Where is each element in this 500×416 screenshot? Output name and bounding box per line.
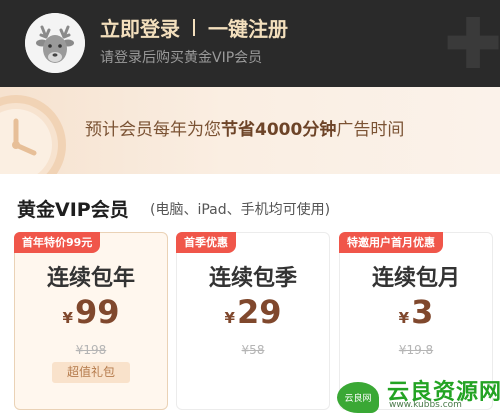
- plan-price: ¥99: [15, 293, 167, 331]
- plan-price: ¥3: [340, 293, 492, 331]
- plan-name: 连续包季: [208, 266, 297, 291]
- login-link[interactable]: 立即登录: [100, 13, 180, 42]
- clock-icon: [0, 95, 66, 174]
- savings-text: 预计会员每年为您节省4000分钟广告时间: [85, 115, 404, 140]
- deer-avatar-icon: [25, 13, 85, 73]
- avatar[interactable]: [25, 13, 85, 73]
- watermark-logo: 云良网: [337, 382, 379, 413]
- savings-highlight: 节省4000分钟: [221, 120, 337, 140]
- original-price: ¥58: [241, 343, 265, 357]
- price-value: 29: [236, 293, 282, 331]
- currency-symbol: ¥: [398, 309, 410, 327]
- register-link[interactable]: 一键注册: [208, 13, 288, 42]
- original-price: ¥19.8: [398, 343, 434, 357]
- site-watermark: 云良网 云良资源网 www.kubbs.com: [337, 380, 500, 413]
- savings-banner: 预计会员每年为您节省4000分钟广告时间: [0, 87, 500, 174]
- login-register-row: 立即登录 一键注册: [100, 12, 288, 42]
- plan-price: ¥29: [177, 293, 329, 331]
- gift-pack-badge[interactable]: 超值礼包: [52, 362, 130, 383]
- plan-card-yearly[interactable]: 首年特价99元 连续包年 ¥99 ¥198 超值礼包: [14, 232, 168, 410]
- plan-name: 连续包月: [371, 266, 460, 291]
- section-title: 黄金VIP会员: [17, 199, 129, 221]
- login-hint: 请登录后购买黄金VIP会员: [100, 50, 263, 66]
- plan-tag: 特邀用户首月优惠: [339, 232, 443, 253]
- currency-symbol: ¥: [224, 309, 235, 327]
- divider: [193, 18, 195, 36]
- price-value: 99: [74, 293, 120, 331]
- watermark-url: www.kubbs.com: [389, 400, 462, 410]
- plan-tag: 首年特价99元: [14, 232, 101, 253]
- currency-symbol: ¥: [62, 309, 73, 327]
- plan-card-quarterly[interactable]: 首季优惠 连续包季 ¥29 ¥58: [176, 232, 330, 410]
- plan-tag: 首季优惠: [176, 232, 236, 253]
- price-value: 3: [411, 293, 434, 331]
- savings-text-after: 广告时间: [336, 120, 405, 140]
- decor-icon: ✚: [443, 3, 500, 85]
- original-price: ¥198: [75, 343, 107, 357]
- plan-name: 连续包年: [46, 266, 135, 291]
- savings-text-before: 预计会员每年为您: [85, 120, 221, 140]
- section-subtitle: (电脑、iPad、手机均可使用): [150, 202, 331, 218]
- user-header: ✚ 立即登录 一键注册 请登录后购买黄金VIP会员: [0, 0, 500, 87]
